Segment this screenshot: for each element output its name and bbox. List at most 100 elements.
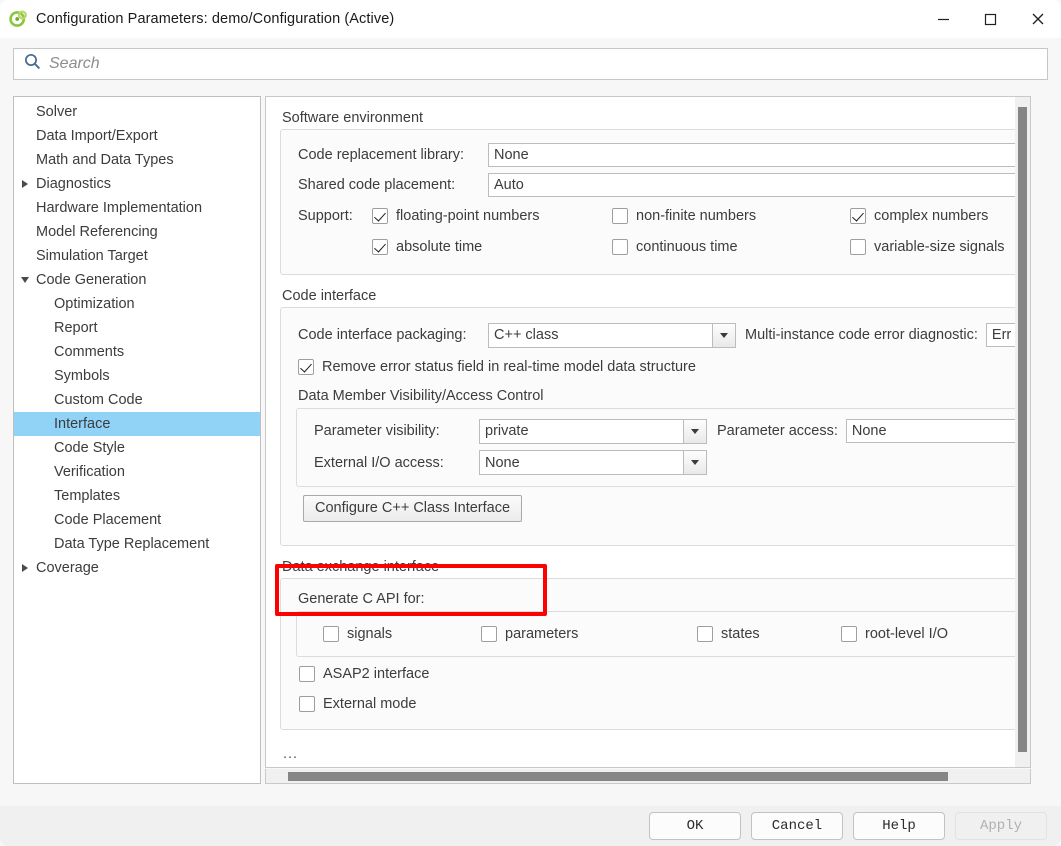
checkbox-label: continuous time [636,239,738,255]
checkbox-signals[interactable]: signals [323,626,481,642]
checkbox-box[interactable] [481,626,497,642]
cancel-button[interactable]: Cancel [751,812,843,840]
checkbox-non-finite-numbers[interactable]: non-finite numbers [612,208,850,224]
code-replacement-library-field[interactable]: None [488,143,1030,167]
sidebar-item-templates[interactable]: Templates [14,484,260,508]
chevron-down-icon[interactable] [683,419,706,443]
checkbox-label: absolute time [396,239,483,255]
sidebar-item-coverage[interactable]: Coverage [14,556,260,580]
search-row [0,38,1061,86]
sidebar-item-math-and-data-types[interactable]: Math and Data Types [14,148,260,172]
checkbox-label: root-level I/O [865,626,948,642]
external-io-access-select[interactable]: None [479,450,707,475]
more-options-ellipsis[interactable]: ... [283,746,1030,762]
select-value: private [485,423,529,439]
c-api-checkbox-row: signals parameters states root-level I/O [297,621,1030,647]
ok-button[interactable]: OK [649,812,741,840]
checkbox-label: External mode [323,696,417,712]
checkbox-absolute-time[interactable]: absolute time [372,239,612,255]
checkbox-root-level-io[interactable]: root-level I/O [841,626,948,642]
sidebar-item-data-import-export[interactable]: Data Import/Export [14,124,260,148]
sidebar-item-code-placement[interactable]: Code Placement [14,508,260,532]
checkbox-external-mode[interactable]: External mode [299,696,417,712]
checkbox-box[interactable] [841,626,857,642]
sidebar-item-model-referencing[interactable]: Model Referencing [14,220,260,244]
checkbox-box[interactable] [612,208,628,224]
checkbox-remove-error-status[interactable]: Remove error status field in real-time m… [298,359,696,375]
checkbox-continuous-time[interactable]: continuous time [612,239,850,255]
search-icon [24,53,41,75]
content-horizontal-scrollbar[interactable] [265,769,1031,784]
sidebar-item-simulation-target[interactable]: Simulation Target [14,244,260,268]
checkbox-variable-size-signals[interactable]: variable-size signals [850,239,1005,255]
maximize-button[interactable] [967,0,1014,38]
chevron-down-icon[interactable] [712,323,735,347]
asap2-row: ASAP2 interface [281,657,1030,691]
chevron-down-icon[interactable] [21,277,29,283]
checkbox-box[interactable] [612,239,628,255]
sidebar-item-code-style[interactable]: Code Style [14,436,260,460]
sidebar-item-solver[interactable]: Solver [14,100,260,124]
checkbox-complex-numbers[interactable]: complex numbers [850,208,988,224]
checkbox-box[interactable] [323,626,339,642]
checkbox-label: ASAP2 interface [323,666,430,682]
sidebar-item-code-generation[interactable]: Code Generation [14,268,260,292]
sidebar-item-hardware-implementation[interactable]: Hardware Implementation [14,196,260,220]
sidebar-item-label: Report [54,320,98,336]
chevron-down-icon[interactable] [683,451,706,474]
content-vertical-scrollbar[interactable] [1015,97,1030,767]
sidebar-item-optimization[interactable]: Optimization [14,292,260,316]
checkbox-states[interactable]: states [697,626,841,642]
parameter-visibility-select[interactable]: private [479,418,707,444]
checkbox-box[interactable] [298,359,314,375]
checkbox-box[interactable] [299,696,315,712]
title-bar: Configuration Parameters: demo/Configura… [0,0,1061,38]
sidebar-item-data-type-replacement[interactable]: Data Type Replacement [14,532,260,556]
code-interface-group: Code interface packaging: C++ class Mult… [280,307,1030,546]
sidebar-item-custom-code[interactable]: Custom Code [14,388,260,412]
configure-cpp-class-interface-button[interactable]: Configure C++ Class Interface [303,494,523,522]
search-box[interactable] [13,48,1048,80]
chevron-right-icon[interactable] [22,180,28,188]
configuration-parameters-window: Configuration Parameters: demo/Configura… [0,0,1061,846]
sidebar-item-report[interactable]: Report [14,316,260,340]
tree-twisty[interactable] [14,180,36,188]
shared-code-placement-field[interactable]: Auto [488,173,1030,197]
checkbox-asap2-interface[interactable]: ASAP2 interface [299,666,429,682]
checkbox-box[interactable] [850,208,866,224]
scrollbar-thumb[interactable] [288,772,948,781]
minimize-button[interactable] [920,0,967,38]
shared-code-placement-row: Shared code placement: Auto [281,170,1030,200]
tree-twisty[interactable] [14,277,36,283]
parameter-visibility-label: Parameter visibility: [314,423,440,439]
checkbox-box[interactable] [372,208,388,224]
sidebar-item-comments[interactable]: Comments [14,340,260,364]
checkbox-parameters[interactable]: parameters [481,626,697,642]
data-exchange-interface-title: Data exchange interface [282,559,440,575]
code-interface-packaging-select[interactable]: C++ class [488,322,736,348]
close-button[interactable] [1014,0,1061,38]
configure-button-row: Configure C++ Class Interface [281,487,1030,529]
parameter-access-field[interactable]: None [845,419,1030,443]
sidebar-item-verification[interactable]: Verification [14,460,260,484]
settings-content-panel: Software environment Code replacement li… [265,96,1031,768]
checkbox-box[interactable] [850,239,866,255]
external-mode-row: External mode [281,691,1030,717]
sidebar-item-label: Data Type Replacement [54,536,210,552]
chevron-right-icon[interactable] [22,564,28,572]
help-button[interactable]: Help [853,812,945,840]
sidebar-item-symbols[interactable]: Symbols [14,364,260,388]
tree-twisty[interactable] [14,564,36,572]
sidebar-item-interface[interactable]: Interface [14,412,260,436]
search-input[interactable] [49,55,1009,73]
checkbox-box[interactable] [299,666,315,682]
simulink-icon [9,10,27,28]
scrollbar-thumb[interactable] [1018,107,1027,752]
window-controls [920,0,1061,38]
checkbox-floating-point-numbers[interactable]: floating-point numbers [372,208,612,224]
checkbox-box[interactable] [372,239,388,255]
checkbox-box[interactable] [697,626,713,642]
sidebar-item-diagnostics[interactable]: Diagnostics [14,172,260,196]
body-area: Solver Data Import/Export Math and Data Ty… [0,86,1061,806]
sidebar-item-label: Code Style [54,440,125,456]
